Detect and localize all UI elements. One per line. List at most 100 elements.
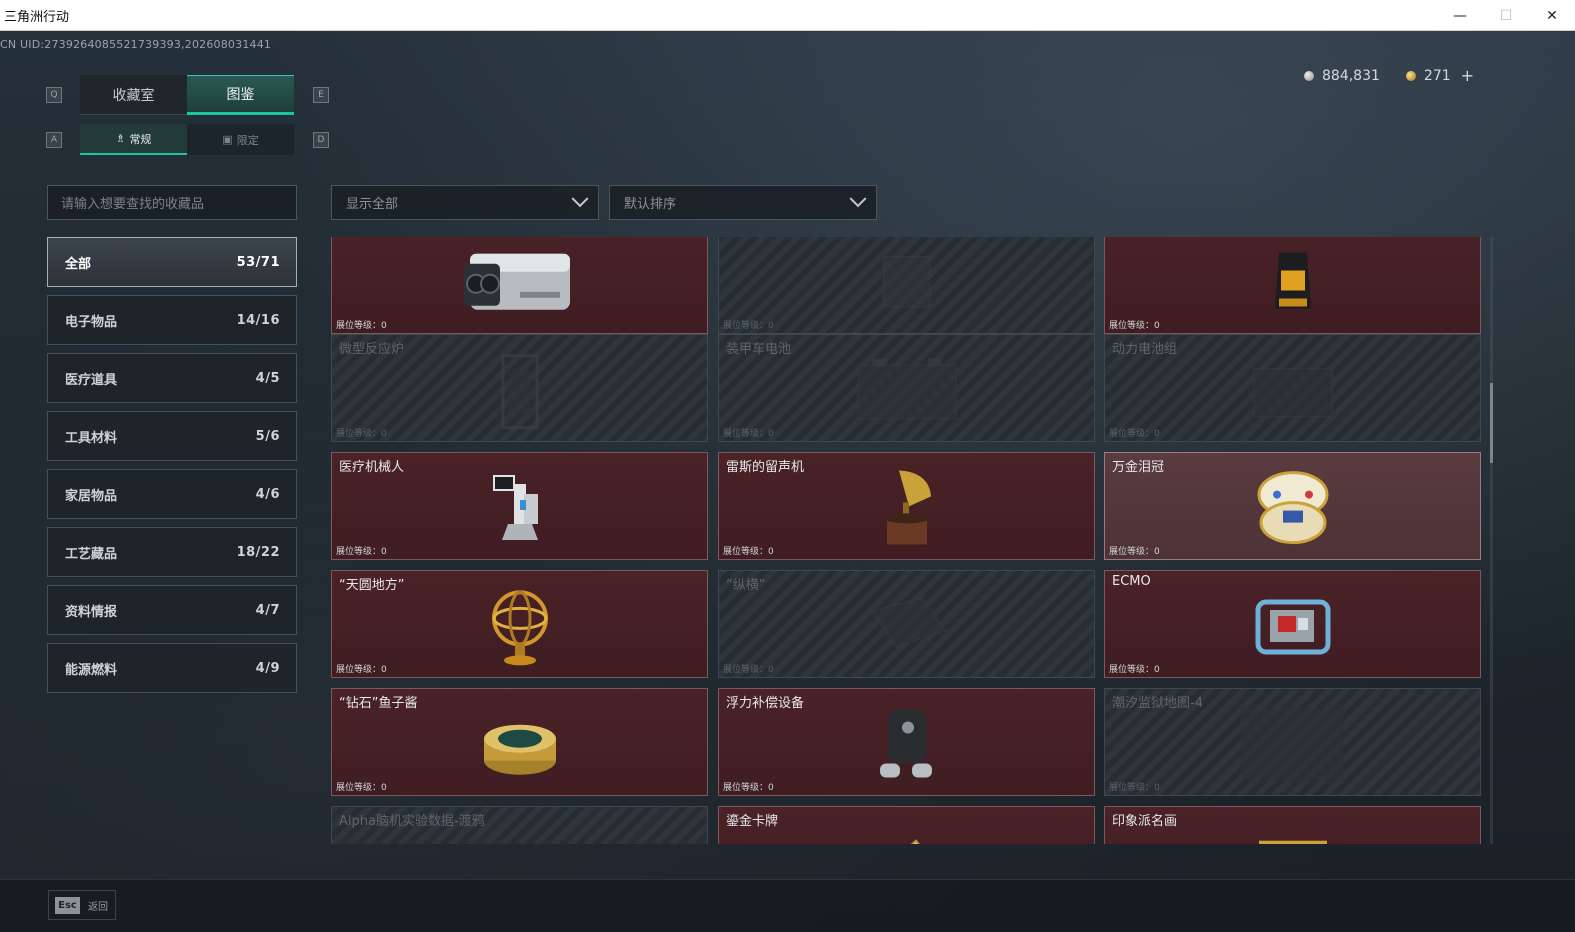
back-button[interactable]: Esc 返回 [48, 890, 116, 920]
chevron-down-icon [571, 189, 589, 207]
tab-collection-room[interactable]: 收藏室 [80, 75, 187, 115]
collection-card[interactable]: 浮力补偿设备 展位等级：0 [718, 688, 1095, 796]
level-label: 展位等级： [723, 321, 769, 331]
back-label: 返回 [88, 901, 108, 913]
sort-dropdown[interactable]: 默认排序 [609, 185, 877, 220]
card-level: 展位等级：0 [723, 544, 774, 557]
category-tools[interactable]: 工具材料 5/6 [47, 411, 297, 461]
maximize-button[interactable]: ☐ [1483, 0, 1529, 31]
main-tabs: 收藏室 图鉴 [80, 75, 294, 115]
data-icon [490, 836, 550, 844]
card-level: 展位等级：0 [336, 426, 387, 439]
subtab-regular[interactable]: ♗ 常规 [80, 124, 187, 155]
card-level: 展位等级：0 [336, 662, 387, 675]
collection-card[interactable]: “天圆地方” 展位等级：0 [331, 570, 708, 678]
ecmo-machine-icon [1250, 588, 1336, 668]
display-filter-value: 显示全部 [346, 197, 399, 212]
collection-card[interactable]: Alpha脑机实验数据-渡鸦展位等级：0 [331, 806, 708, 844]
card-level: 展位等级：0 [723, 780, 774, 793]
level-value: 0 [768, 547, 774, 557]
card-name: 装甲车电池 [726, 342, 792, 357]
category-electronics[interactable]: 电子物品 14/16 [47, 295, 297, 345]
sub-tabs: ♗ 常规 ▣ 限定 [80, 124, 294, 155]
subtab-limited-label: 限定 [236, 133, 259, 147]
level-value: 0 [381, 665, 387, 675]
level-label: 展位等级： [1109, 783, 1155, 793]
category-label: 工具材料 [65, 430, 118, 446]
card-level: 展位等级：0 [723, 318, 774, 331]
category-label: 家居物品 [65, 488, 118, 504]
collection-card[interactable]: 微型反应炉 展位等级：0 [331, 334, 708, 442]
silver-coin-icon [1304, 70, 1314, 81]
category-label: 医疗道具 [65, 372, 118, 388]
level-value: 0 [1154, 547, 1160, 557]
collection-card[interactable]: 潮汐监狱地图-4 展位等级：0 [1104, 688, 1481, 796]
collection-card[interactable]: ECMO 展位等级：0 [1104, 570, 1481, 678]
category-count: 5/6 [255, 428, 280, 444]
esc-key-icon: Esc [55, 896, 80, 914]
category-medical[interactable]: 医疗道具 4/5 [47, 353, 297, 403]
sort-value: 默认排序 [624, 197, 677, 212]
collection-card[interactable]: 雷斯的留声机 展位等级：0 [718, 452, 1095, 560]
close-button[interactable]: ✕ [1529, 0, 1575, 31]
collection-grid: 展位等级：0 展位等级：0 展位等级：0 微型反应炉 展位等级：0 装甲车电池 展位等级：0… [331, 237, 1483, 844]
collection-card[interactable]: 万金泪冠 展位等级：0 [1104, 452, 1481, 560]
category-crafts[interactable]: 工艺藏品 18/22 [47, 527, 297, 577]
minimize-button[interactable]: — [1437, 0, 1483, 31]
card-name: 鎏金卡牌 [726, 814, 779, 829]
card-name: 动力电池组 [1112, 342, 1178, 357]
add-currency-button[interactable]: + [1461, 66, 1474, 85]
display-filter-dropdown[interactable]: 显示全部 [331, 185, 599, 220]
battery-icon [852, 355, 962, 429]
level-value: 0 [381, 321, 387, 331]
card-name: 雷斯的留声机 [726, 460, 805, 475]
level-label: 展位等级： [336, 665, 382, 675]
chess-piece-icon: ♗ [115, 132, 126, 145]
card-name: Alpha脑机实验数据-渡鸦 [339, 814, 485, 829]
category-count: 18/22 [236, 544, 280, 560]
buoyancy-device-icon [872, 702, 942, 792]
window-controls: — ☐ ✕ [1437, 0, 1575, 31]
category-all[interactable]: 全部 53/71 [47, 237, 297, 287]
card-level: 展位等级：0 [723, 426, 774, 439]
level-label: 展位等级： [723, 429, 769, 439]
collection-card[interactable]: 医疗机械人 展位等级：0 [331, 452, 708, 560]
window-titlebar: 三角洲行动 — ☐ ✕ [0, 0, 1575, 31]
collection-card[interactable]: 动力电池组展位等级：0 [1104, 334, 1481, 442]
grid-scrollbar-track[interactable] [1490, 237, 1493, 844]
grid-scrollbar-thumb[interactable] [1490, 383, 1493, 463]
category-energy[interactable]: 能源燃料 4/9 [47, 643, 297, 693]
collection-card[interactable]: “钻石”鱼子酱 展位等级：0 [331, 688, 708, 796]
collection-card[interactable]: 印象派名画展位等级：0 [1104, 806, 1481, 844]
armillary-sphere-icon [485, 584, 555, 672]
level-label: 展位等级： [1109, 429, 1155, 439]
level-value: 0 [1154, 321, 1160, 331]
battery-pack-icon [1248, 355, 1338, 429]
subtab-limited[interactable]: ▣ 限定 [187, 124, 294, 155]
search-input[interactable]: 请输入想要查找的收藏品 [47, 185, 297, 220]
category-label: 电子物品 [65, 314, 118, 330]
key-hint-q: Q [46, 87, 62, 103]
category-count: 53/71 [236, 254, 280, 270]
level-value: 0 [1154, 429, 1160, 439]
silver-amount: 884,831 [1322, 67, 1380, 84]
key-hint-d: D [313, 132, 329, 148]
card-level: 展位等级：0 [1109, 426, 1160, 439]
card-level: 展位等级：0 [1109, 662, 1160, 675]
collection-card[interactable]: 装甲车电池展位等级：0 [718, 334, 1095, 442]
level-label: 展位等级： [723, 665, 769, 675]
category-household[interactable]: 家居物品 4/6 [47, 469, 297, 519]
card-name: “纵横” [726, 578, 766, 593]
level-label: 展位等级： [723, 783, 769, 793]
collection-card[interactable]: 展位等级：0 [718, 237, 1095, 334]
category-label: 资料情报 [65, 604, 118, 620]
camera-device-icon [460, 246, 580, 322]
card-level: 展位等级：0 [336, 318, 387, 331]
collection-card[interactable]: “纵横” 展位等级：0 [718, 570, 1095, 678]
collection-card[interactable]: 鎏金卡牌展位等级：0 [718, 806, 1095, 844]
category-intel[interactable]: 资料情报 4/7 [47, 585, 297, 635]
collection-card[interactable]: 展位等级：0 [1104, 237, 1481, 334]
collection-card[interactable]: 展位等级：0 [331, 237, 708, 334]
tab-codex[interactable]: 图鉴 [187, 75, 294, 115]
gold-card-icon [872, 827, 942, 844]
